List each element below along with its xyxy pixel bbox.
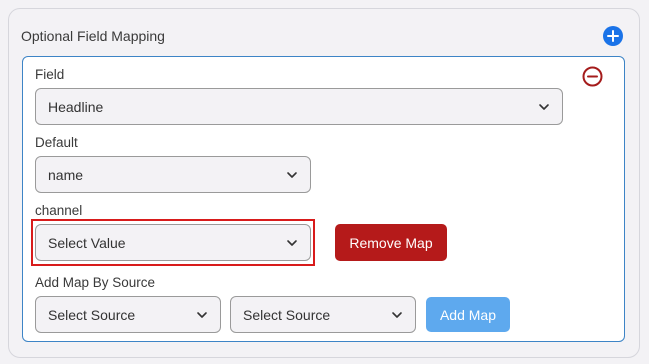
add-map-button[interactable]: Add Map xyxy=(426,297,510,332)
channel-label: channel xyxy=(35,203,83,218)
default-label: Default xyxy=(35,135,78,150)
source-select-2-value: Select Source xyxy=(243,306,331,323)
plus-circle-icon xyxy=(607,30,619,42)
chevron-down-icon xyxy=(287,240,297,246)
source-select-1[interactable]: Select Source xyxy=(35,296,221,333)
chevron-down-icon xyxy=(392,312,402,318)
default-select-value: name xyxy=(48,166,84,183)
field-select[interactable]: Headline xyxy=(35,88,563,125)
channel-select-value: Select Value xyxy=(48,234,126,251)
remove-map-button[interactable]: Remove Map xyxy=(335,224,447,261)
minus-circle-icon[interactable] xyxy=(582,66,603,87)
add-mapping-button[interactable] xyxy=(603,26,623,46)
default-select[interactable]: name xyxy=(35,156,311,193)
source-select-1-value: Select Source xyxy=(48,306,136,323)
add-map-by-source-label: Add Map By Source xyxy=(35,275,156,290)
chevron-down-icon xyxy=(539,104,549,110)
source-select-2[interactable]: Select Source xyxy=(230,296,416,333)
channel-select[interactable]: Select Value xyxy=(35,224,311,261)
field-label: Field xyxy=(35,67,65,82)
chevron-down-icon xyxy=(287,172,297,178)
field-select-value: Headline xyxy=(48,98,104,115)
chevron-down-icon xyxy=(197,312,207,318)
panel-title: Optional Field Mapping xyxy=(21,28,165,44)
